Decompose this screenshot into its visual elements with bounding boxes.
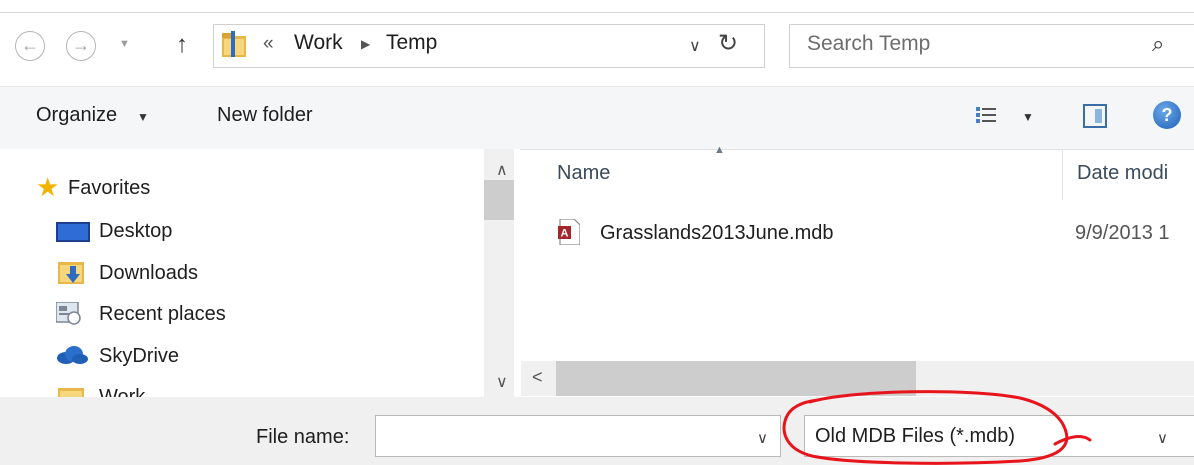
recent-locations-dropdown-icon[interactable]: ▼ xyxy=(119,38,130,50)
recent-places-icon xyxy=(56,302,81,325)
search-placeholder: Search Temp xyxy=(807,32,931,55)
nav-pane-scroll-thumb[interactable] xyxy=(484,180,514,220)
column-header-name[interactable]: Name xyxy=(557,162,610,185)
file-name-label: File name: xyxy=(256,426,350,448)
svg-text:A: A xyxy=(561,228,569,240)
sort-ascending-icon: ▲ xyxy=(714,144,725,156)
folder-icon xyxy=(222,31,246,57)
star-favorites-icon: ★ xyxy=(36,172,60,202)
view-options-dropdown-icon[interactable]: ▼ xyxy=(1022,110,1034,124)
back-button[interactable]: ← xyxy=(15,31,45,61)
organize-dropdown-icon[interactable]: ▼ xyxy=(137,110,149,124)
file-type-dropdown-icon[interactable]: ∨ xyxy=(1157,429,1168,447)
file-name[interactable]: Grasslands2013June.mdb xyxy=(600,222,833,245)
downloads-folder-icon xyxy=(58,262,84,284)
breadcrumb-overflow[interactable]: « xyxy=(263,33,274,55)
refresh-icon[interactable]: ↻ xyxy=(718,29,738,58)
forward-button[interactable]: → xyxy=(66,31,96,61)
breadcrumb-temp[interactable]: Temp xyxy=(386,31,437,55)
file-name-input[interactable] xyxy=(375,415,781,457)
access-database-icon: A xyxy=(558,219,580,245)
title-strip xyxy=(0,0,1194,13)
column-header-date-modified[interactable]: Date modi xyxy=(1077,162,1168,185)
file-type-value: Old MDB Files (*.mdb) xyxy=(815,425,1016,447)
view-options-icon[interactable] xyxy=(976,107,996,123)
address-dropdown-icon[interactable]: ∨ xyxy=(689,36,701,56)
organize-button[interactable]: Organize xyxy=(36,104,117,127)
preview-pane-icon[interactable] xyxy=(1083,104,1107,128)
skydrive-cloud-icon xyxy=(57,346,88,364)
help-icon[interactable]: ? xyxy=(1153,101,1181,129)
scroll-left-arrow-icon[interactable]: < xyxy=(532,367,543,388)
column-divider[interactable] xyxy=(1062,150,1063,200)
command-toolbar xyxy=(0,86,1194,150)
scroll-down-arrow-icon[interactable]: ∨ xyxy=(496,372,508,392)
breadcrumb-work[interactable]: Work xyxy=(294,31,343,55)
nav-item-skydrive[interactable]: SkyDrive xyxy=(99,345,179,368)
nav-item-recent-places[interactable]: Recent places xyxy=(99,303,226,326)
new-folder-button[interactable]: New folder xyxy=(217,104,313,127)
breadcrumb-chevron-icon[interactable]: ▶ xyxy=(361,37,370,51)
nav-item-downloads[interactable]: Downloads xyxy=(99,262,198,285)
up-arrow-icon[interactable]: ↑ xyxy=(176,30,188,60)
scroll-up-arrow-icon[interactable]: ∧ xyxy=(496,160,508,180)
file-date-modified: 9/9/2013 1 xyxy=(1075,222,1170,244)
file-name-dropdown-icon[interactable]: ∨ xyxy=(757,429,768,447)
desktop-icon xyxy=(56,222,90,242)
file-list-scroll-thumb[interactable] xyxy=(556,361,916,396)
search-icon[interactable]: ⌕ xyxy=(1152,31,1164,57)
nav-favorites[interactable]: Favorites xyxy=(68,177,150,200)
nav-item-desktop[interactable]: Desktop xyxy=(99,220,172,243)
